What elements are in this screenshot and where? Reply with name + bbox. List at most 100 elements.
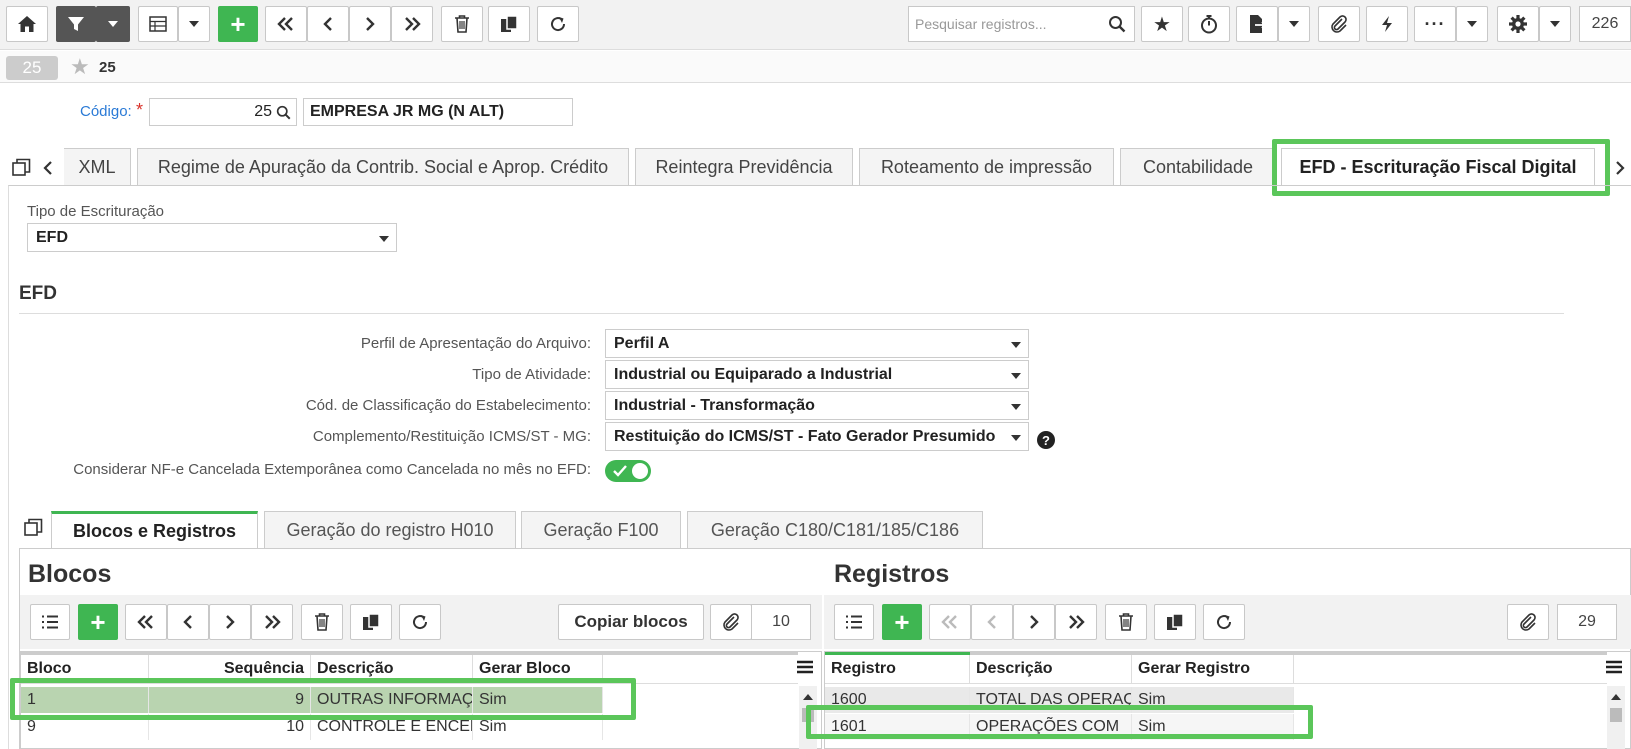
- col-registro[interactable]: Registro: [825, 655, 970, 683]
- caret-down-icon: [1011, 435, 1021, 441]
- nfe-cancelada-toggle[interactable]: [605, 460, 651, 482]
- refresh-button[interactable]: [537, 6, 579, 42]
- home-button[interactable]: [6, 6, 48, 42]
- next-record-button[interactable]: [349, 6, 391, 42]
- copiar-blocos-button[interactable]: Copiar blocos: [558, 604, 704, 640]
- scroll-up-icon[interactable]: [1611, 694, 1621, 700]
- tab-roteamento-impressao[interactable]: Roteamento de impressão: [859, 148, 1114, 185]
- tab-reintegra-previdencia[interactable]: Reintegra Previdência: [635, 148, 853, 185]
- caret-down-icon: [1011, 404, 1021, 410]
- settings-button[interactable]: [1497, 6, 1539, 42]
- blocos-column-menu-icon[interactable]: [797, 660, 813, 679]
- trash-icon: [315, 613, 329, 631]
- blocos-list-button[interactable]: [30, 604, 70, 640]
- favorite-count: 25: [99, 59, 116, 76]
- help-icon[interactable]: ?: [1037, 431, 1055, 449]
- tab-xml[interactable]: XML: [64, 148, 131, 185]
- tipo-atividade-select[interactable]: Industrial ou Equiparado a Industrial: [605, 360, 1029, 389]
- attachment-button[interactable]: [1318, 6, 1360, 42]
- tab-regime-apuracao[interactable]: Regime de Apuração da Contrib. Social e …: [137, 148, 629, 185]
- blocos-first-button[interactable]: [125, 604, 167, 640]
- blocos-copy-button[interactable]: [350, 604, 392, 640]
- more-dropdown[interactable]: [1456, 6, 1488, 42]
- duplicate-tabs-icon[interactable]: [12, 158, 32, 178]
- prev-record-button[interactable]: [307, 6, 349, 42]
- search-icon[interactable]: [1108, 15, 1126, 33]
- more-button[interactable]: ···: [1414, 6, 1456, 42]
- chevron-right-icon: [226, 615, 235, 629]
- star-icon[interactable]: ★: [70, 54, 90, 80]
- nfe-cancelada-label: Considerar NF-e Cancelada Extemporânea c…: [73, 461, 591, 478]
- subtab-registro-h010[interactable]: Geração do registro H010: [264, 511, 516, 548]
- subtab-geracao-c180[interactable]: Geração C180/C181/185/C186: [687, 511, 983, 548]
- complemento-icms-select[interactable]: Restituição do ICMS/ST - Fato Gerador Pr…: [605, 422, 1029, 451]
- blocos-refresh-button[interactable]: [399, 604, 441, 640]
- add-button[interactable]: +: [218, 6, 258, 42]
- registros-refresh-button[interactable]: [1203, 604, 1245, 640]
- timer-button[interactable]: [1188, 6, 1230, 42]
- blocos-next-button[interactable]: [209, 604, 251, 640]
- copy-button[interactable]: [488, 6, 530, 42]
- filter-dropdown[interactable]: [96, 6, 130, 42]
- codigo-label: Código:: [80, 103, 132, 120]
- subtab-geracao-f100[interactable]: Geração F100: [521, 511, 681, 548]
- registros-delete-button[interactable]: [1105, 604, 1147, 640]
- blocos-add-button[interactable]: +: [78, 604, 118, 640]
- blocos-prev-button[interactable]: [167, 604, 209, 640]
- first-record-button[interactable]: [265, 6, 307, 42]
- tipo-escrituracao-select[interactable]: EFD: [27, 223, 397, 252]
- registros-count: 29: [1557, 604, 1617, 640]
- registros-list-button[interactable]: [834, 604, 874, 640]
- blocos-delete-button[interactable]: [301, 604, 343, 640]
- record-pill[interactable]: 25: [6, 56, 58, 80]
- classificacao-label: Cód. de Classificação do Estabelecimento…: [305, 397, 591, 414]
- view-mode-button[interactable]: [138, 6, 178, 42]
- registros-add-button[interactable]: +: [882, 604, 922, 640]
- blocos-last-button[interactable]: [251, 604, 293, 640]
- view-mode-dropdown[interactable]: [178, 6, 210, 42]
- registros-scrollbar[interactable]: [1607, 686, 1625, 749]
- col-registro-descricao[interactable]: Descrição: [970, 655, 1132, 683]
- registros-next-button[interactable]: [1013, 604, 1055, 640]
- subtab-blocos-registros[interactable]: Blocos e Registros: [51, 511, 258, 548]
- tab-contabilidade[interactable]: Contabilidade: [1120, 148, 1276, 185]
- paperclip-icon: [1331, 15, 1347, 33]
- empresa-name-field: EMPRESA JR MG (N ALT): [303, 98, 573, 126]
- col-gerar-registro[interactable]: Gerar Registro: [1132, 655, 1294, 683]
- registros-copy-button[interactable]: [1154, 604, 1196, 640]
- check-icon: [613, 465, 627, 477]
- registros-last-button[interactable]: [1055, 604, 1097, 640]
- duplicate-subtabs-icon[interactable]: [24, 518, 44, 538]
- quick-actions-button[interactable]: [1366, 6, 1408, 42]
- blocos-attachment-button[interactable]: [710, 604, 752, 640]
- home-icon: [18, 16, 36, 32]
- export-dropdown[interactable]: [1278, 6, 1310, 42]
- perfil-select[interactable]: Perfil A: [605, 329, 1029, 358]
- registros-first-button[interactable]: [929, 604, 971, 640]
- efd-section-title: EFD: [19, 283, 57, 304]
- tabs-scroll-right-icon[interactable]: [1614, 160, 1626, 176]
- filter-button[interactable]: [56, 6, 96, 42]
- paperclip-icon: [723, 613, 739, 631]
- registros-prev-button[interactable]: [971, 604, 1013, 640]
- filter-icon: [68, 17, 84, 31]
- search-icon[interactable]: [276, 105, 291, 120]
- registros-column-menu-icon[interactable]: [1606, 660, 1622, 679]
- export-button[interactable]: [1236, 6, 1278, 42]
- search-box[interactable]: [908, 6, 1135, 42]
- refresh-icon: [1217, 615, 1232, 630]
- settings-dropdown[interactable]: [1539, 6, 1571, 42]
- classificacao-select[interactable]: Industrial - Transformação: [605, 391, 1029, 420]
- codigo-input[interactable]: 25: [149, 98, 297, 126]
- registros-attachment-button[interactable]: [1507, 604, 1549, 640]
- search-input[interactable]: [915, 16, 1105, 32]
- caret-down-icon: [379, 236, 389, 242]
- trash-icon: [1119, 613, 1133, 631]
- tabs-scroll-left-icon[interactable]: [42, 160, 54, 176]
- complemento-icms-value: Restituição do ICMS/ST - Fato Gerador Pr…: [614, 427, 996, 445]
- favorite-button[interactable]: ★: [1141, 6, 1183, 42]
- delete-button[interactable]: [441, 6, 483, 42]
- plus-icon: +: [894, 606, 910, 637]
- scroll-up-icon[interactable]: [803, 694, 813, 700]
- last-record-button[interactable]: [391, 6, 433, 42]
